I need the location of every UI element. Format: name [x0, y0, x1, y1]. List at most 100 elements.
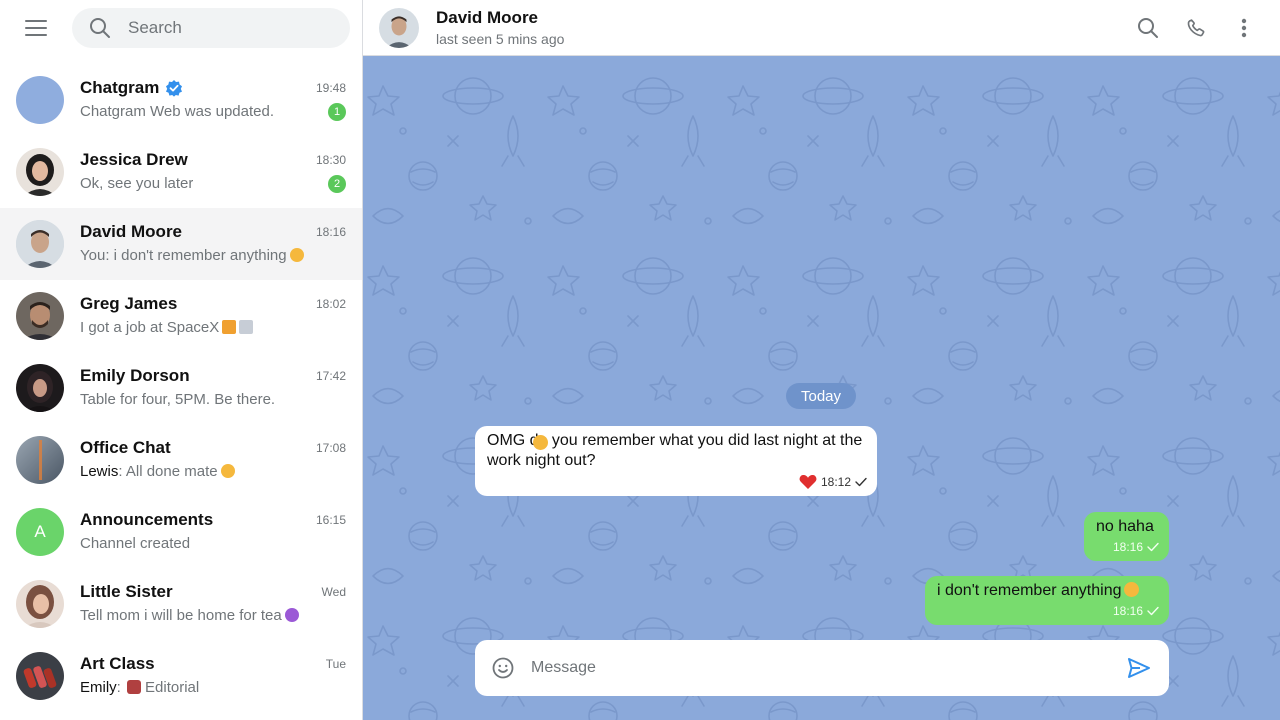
sidebar-header [0, 0, 362, 56]
chat-time: 17:42 [315, 368, 346, 383]
hamburger-menu-button[interactable] [16, 8, 56, 48]
chat-preview: Ok, see you later [80, 175, 194, 192]
grimacing-emoji-icon [220, 464, 235, 478]
chat-item-chatgram[interactable]: Chatgram 19:48 Chatgram Web was updated.… [0, 64, 362, 136]
avatar [16, 580, 64, 628]
chat-name: Office Chat [80, 437, 171, 457]
chat-sender: Emily [80, 679, 117, 696]
chat-name: David Moore [80, 221, 183, 241]
chat-item-jessica-drew[interactable]: Jessica Drew 18:30 Ok, see you later 2 [0, 136, 362, 208]
unread-badge: 2 [328, 174, 346, 193]
header-info[interactable]: David Moore last seen 5 mins ago [436, 7, 1120, 49]
call-button[interactable] [1176, 8, 1216, 48]
avatar [16, 364, 64, 412]
verified-badge-icon [165, 79, 183, 97]
chat-item-little-sister[interactable]: Little Sister Wed Tell mom i will be hom… [0, 568, 362, 640]
chat-name: Announcements [80, 509, 214, 529]
message-time: 18:12 [820, 475, 851, 489]
chat-preview: Channel created [80, 535, 191, 552]
emoji-button[interactable] [489, 654, 517, 682]
rocket-emoji-icon [239, 320, 254, 334]
message-time: 18:16 [1112, 604, 1143, 618]
avatar: A [16, 508, 64, 556]
chat-preview: All done mate [125, 463, 218, 480]
more-vertical-icon [1241, 18, 1247, 37]
chat-name: Emily Dorson [80, 365, 190, 385]
search-icon [88, 16, 112, 40]
chat-time: Wed [321, 584, 346, 599]
search-input[interactable] [128, 18, 308, 38]
phone-icon [1187, 18, 1205, 36]
avatar [16, 148, 64, 196]
message-text: i don't remember anything [937, 582, 1122, 599]
search-icon [1138, 17, 1158, 38]
grimacing-emoji-icon [289, 248, 304, 262]
message-composer [475, 640, 1169, 696]
header-search-button[interactable] [1128, 8, 1168, 48]
hamburger-menu-icon [25, 20, 47, 36]
chat-name: Chatgram [80, 77, 160, 97]
chat-sender: Lewis [80, 463, 119, 480]
chat-item-art-class[interactable]: Art Class Tue Emily: Editorial [0, 640, 362, 712]
avatar [16, 220, 64, 268]
sender-separator: : [116, 679, 126, 696]
chat-preview: You: i don't remember anything [80, 247, 287, 264]
chat-name: Jessica Drew [80, 149, 188, 169]
chat-background: Today OMG do you remember what you did l… [363, 56, 1280, 720]
header-name: David Moore [436, 7, 539, 27]
checkmark-icon [1147, 542, 1159, 552]
chat-panel: David Moore last seen 5 mins ago Today O… [363, 0, 1280, 720]
incoming-message[interactable]: OMG do you remember what you did last ni… [475, 426, 877, 496]
chat-list: Chatgram 19:48 Chatgram Web was updated.… [0, 64, 362, 712]
chat-name: Greg James [80, 293, 178, 313]
chat-time: 17:08 [315, 440, 346, 455]
chat-item-announcements[interactable]: A Announcements 16:15 Channel created [0, 496, 362, 568]
chat-preview: Editorial [145, 679, 200, 696]
chat-time: 18:16 [315, 224, 346, 239]
outgoing-message[interactable]: no haha 18:16 [1084, 512, 1169, 561]
more-options-button[interactable] [1224, 8, 1264, 48]
avatar-letter: A [34, 522, 46, 541]
chat-item-emily-dorson[interactable]: Emily Dorson 17:42 Table for four, 5PM. … [0, 352, 362, 424]
avatar [16, 652, 64, 700]
chat-name: Art Class [80, 653, 155, 673]
search-box[interactable] [72, 8, 350, 48]
chat-preview: Chatgram Web was updated. [80, 103, 274, 120]
heart-reaction-icon[interactable] [799, 474, 817, 490]
chat-preview: Table for four, 5PM. Be there. [80, 391, 276, 408]
sidebar: Chatgram 19:48 Chatgram Web was updated.… [0, 0, 363, 720]
chat-item-david-moore[interactable]: David Moore 18:16 You: i don't remember … [0, 208, 362, 280]
chat-name: Little Sister [80, 581, 173, 601]
chat-time: 18:30 [315, 152, 346, 167]
avatar [16, 76, 64, 124]
message-time: 18:16 [1112, 540, 1143, 554]
checkmark-icon [855, 477, 867, 487]
chat-time: 18:02 [315, 296, 346, 311]
purple-heart-emoji-icon [284, 608, 299, 622]
chat-time: Tue [325, 656, 346, 671]
outgoing-message[interactable]: i don't remember anything 18:16 [925, 576, 1169, 625]
send-button[interactable] [1123, 652, 1155, 684]
unread-badge: 1 [328, 102, 346, 121]
message-input[interactable] [531, 659, 1123, 677]
chat-time: 19:48 [315, 80, 346, 95]
chat-item-office-chat[interactable]: Office Chat 17:08 Lewis: All done mate [0, 424, 362, 496]
sender-separator: : [118, 463, 126, 480]
header-avatar[interactable] [379, 7, 419, 48]
smiley-icon [492, 657, 514, 679]
grimacing-emoji-icon [1124, 582, 1140, 597]
chat-header: David Moore last seen 5 mins ago [363, 0, 1280, 56]
avatar [16, 292, 64, 340]
party-popper-emoji-icon [222, 320, 237, 334]
media-thumbnail-icon [127, 680, 142, 694]
avatar [16, 436, 64, 484]
chat-item-greg-james[interactable]: Greg James 18:02 I got a job at SpaceX [0, 280, 362, 352]
chat-preview: I got a job at SpaceX [80, 319, 220, 336]
message-text: no haha [1096, 518, 1154, 535]
header-status: last seen 5 mins ago [436, 30, 565, 47]
chat-time: 16:15 [315, 512, 346, 527]
chat-preview: Tell mom i will be home for tea [80, 607, 282, 624]
face-with-monocle-emoji-icon [533, 435, 548, 450]
send-icon [1128, 658, 1150, 678]
checkmark-icon [1147, 606, 1159, 616]
